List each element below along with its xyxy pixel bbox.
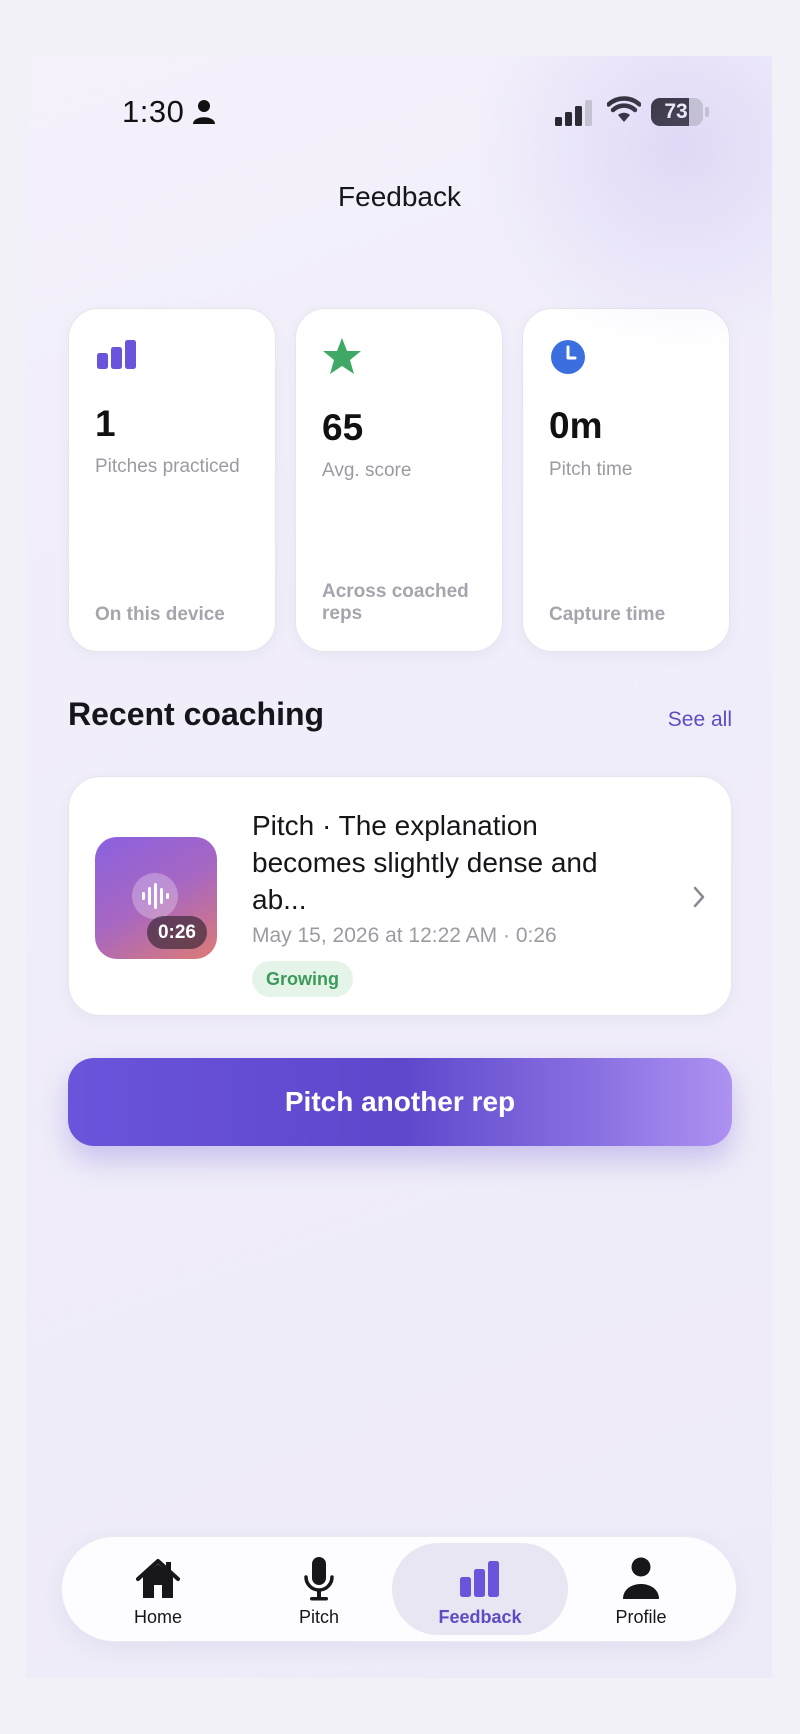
chevron-right-icon — [693, 886, 705, 908]
stat-foot: Across coached reps — [322, 581, 469, 624]
stat-label: Avg. score — [322, 460, 412, 481]
tab-label: Home — [133, 1607, 182, 1627]
stat-label: Pitch time — [549, 459, 633, 480]
page-title: Feedback — [338, 181, 461, 212]
microphone-icon — [304, 1557, 334, 1601]
coaching-item[interactable]: 0:26 Pitch · The explanation becomes sli… — [68, 776, 732, 1016]
battery-label: 73 — [664, 100, 688, 123]
waveform-icon — [132, 873, 178, 919]
signal-icon — [555, 100, 592, 126]
tab-label: Pitch — [298, 1607, 340, 1627]
tab-profile[interactable]: Profile — [553, 1543, 729, 1635]
status-time: 1:30 — [122, 94, 185, 129]
status-badge: Growing — [252, 961, 353, 997]
recent-coaching-title: Recent coaching — [68, 696, 325, 732]
stat-value: 65 — [322, 407, 364, 448]
stat-foot: Capture time — [549, 604, 666, 625]
see-all-link[interactable]: See all — [668, 708, 732, 732]
tab-feedback[interactable]: Feedback — [392, 1543, 568, 1635]
stat-label: Pitches practiced — [95, 456, 240, 477]
wifi-icon — [607, 96, 641, 122]
stat-value: 1 — [95, 403, 116, 444]
tab-label: Profile — [615, 1607, 667, 1627]
bar-chart-icon — [460, 1561, 499, 1597]
battery-icon: 73 — [651, 98, 703, 126]
stat-foot: On this device — [95, 604, 225, 625]
star-icon — [323, 338, 361, 374]
audio-thumbnail: 0:26 — [95, 837, 217, 959]
bar-chart-icon — [97, 340, 136, 369]
pitch-another-rep-button[interactable]: Pitch another rep — [68, 1058, 732, 1146]
home-icon — [136, 1559, 180, 1598]
screen: 1:30 73 Feedback 1 Pitches practiced On … — [27, 56, 772, 1678]
stat-card-pitches: 1 Pitches practiced On this device — [68, 308, 276, 652]
tab-bar: Home Pitch Feedback Profile — [61, 1536, 737, 1642]
coaching-meta: May 15, 2026 at 12:22 AM · 0:26 — [252, 924, 557, 947]
clock-icon — [551, 340, 585, 374]
tab-pitch[interactable]: Pitch — [231, 1543, 407, 1635]
person-icon — [623, 1557, 659, 1599]
battery-cap — [705, 107, 709, 117]
tab-label: Feedback — [438, 1607, 522, 1627]
person-icon — [193, 100, 215, 124]
stat-value: 0m — [549, 405, 603, 446]
tab-home[interactable]: Home — [70, 1543, 246, 1635]
status-bar: 1:30 73 — [27, 56, 772, 168]
coaching-title: Pitch · The explanation becomes slightly… — [252, 810, 598, 915]
duration-badge: 0:26 — [146, 916, 207, 949]
stat-card-time: 0m Pitch time Capture time — [522, 308, 730, 652]
stat-card-score: 65 Avg. score Across coached reps — [295, 308, 503, 652]
